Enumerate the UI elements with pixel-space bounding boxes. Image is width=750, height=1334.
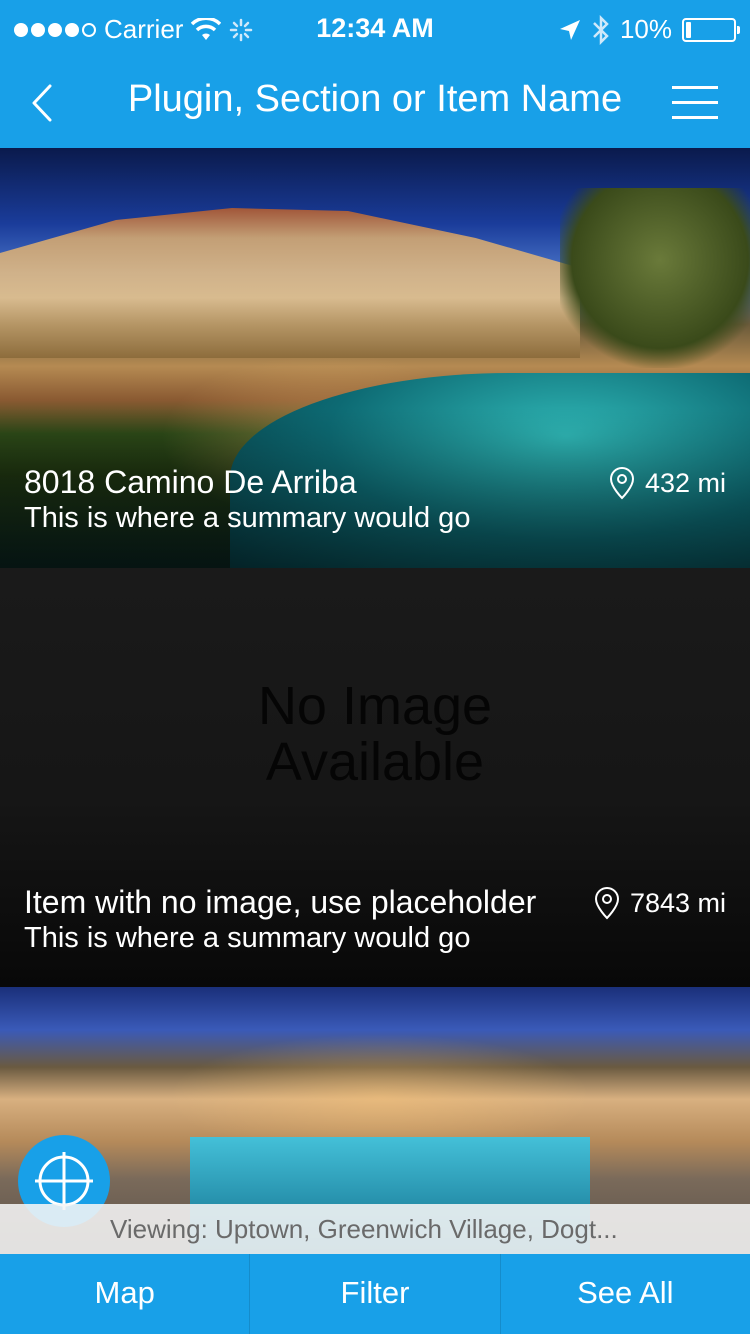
item-title: 8018 Camino De Arriba: [24, 464, 357, 500]
page-title: Plugin, Section or Item Name: [127, 78, 623, 120]
distance-label: 7843 mi: [629, 887, 726, 918]
bluetooth-icon: [593, 14, 609, 45]
map-pin-icon: [609, 466, 634, 500]
list-item[interactable]: No Image Available Item with no image, u…: [0, 568, 750, 987]
viewing-filter-bar[interactable]: Viewing: Uptown, Greenwich Village, Dogt…: [0, 1204, 750, 1254]
status-right: 10%: [558, 14, 740, 45]
tab-filter[interactable]: Filter: [250, 1254, 501, 1334]
distance-label: 432 mi: [644, 467, 726, 498]
item-distance: 7843 mi: [594, 886, 726, 920]
item-summary: This is where a summary would go: [24, 502, 471, 534]
battery-icon: [682, 17, 740, 42]
status-bar: Carrier 12:34 AM 10%: [0, 0, 750, 58]
item-distance: 432 mi: [609, 466, 726, 500]
crosshair-icon: [35, 1152, 93, 1210]
nav-bar: Plugin, Section or Item Name: [0, 58, 750, 148]
location-arrow-icon: [559, 19, 580, 40]
map-pin-icon: [594, 886, 619, 920]
tab-see-all[interactable]: See All: [501, 1254, 750, 1334]
hamburger-menu-icon[interactable]: [672, 86, 718, 122]
battery-percent: 10%: [619, 14, 672, 44]
item-summary: This is where a summary would go: [24, 922, 471, 954]
list-item[interactable]: 8018 Camino De Arriba This is where a su…: [0, 148, 750, 568]
tab-map[interactable]: Map: [0, 1254, 251, 1334]
item-title: Item with no image, use placeholder: [24, 884, 537, 920]
bottom-tab-bar: Map Filter See All: [0, 1254, 750, 1334]
no-image-placeholder: No Image Available: [257, 676, 493, 792]
